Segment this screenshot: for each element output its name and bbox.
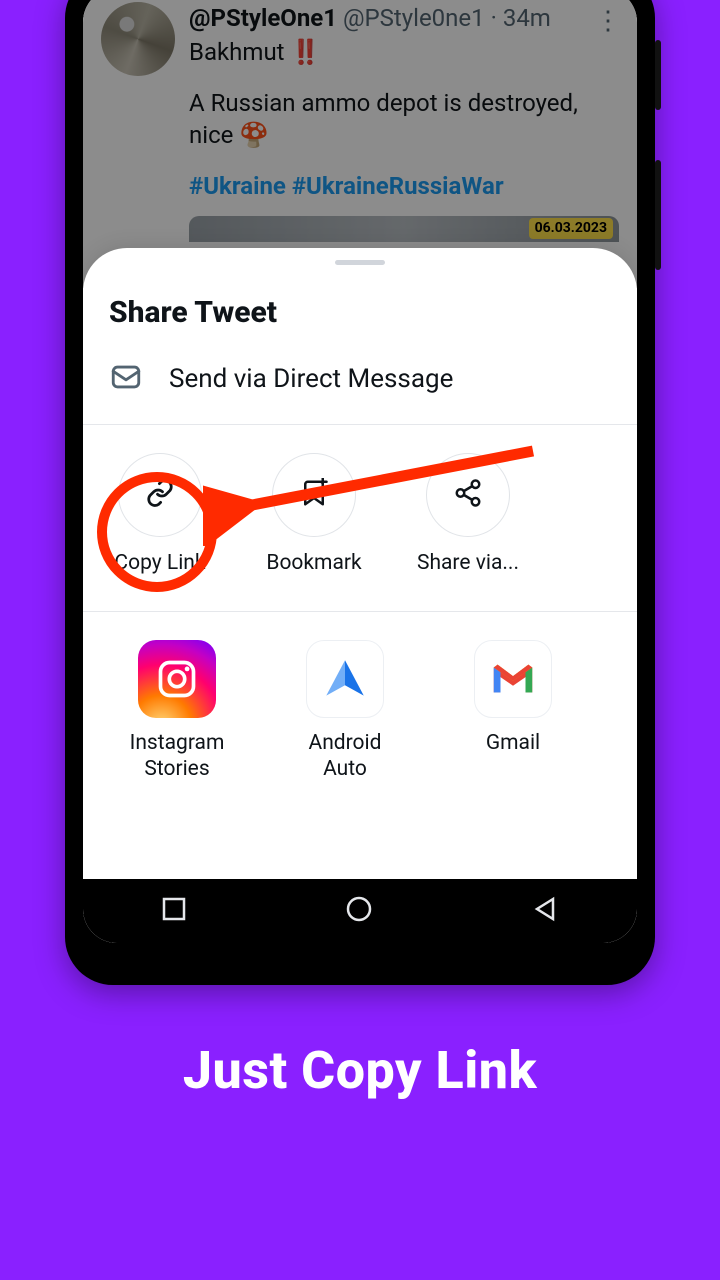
share-via-circle xyxy=(426,453,510,537)
phone-side-button-top xyxy=(655,40,661,110)
modal-backdrop[interactable] xyxy=(83,0,637,288)
app-instagram-stories-label: Instagram Stories xyxy=(117,730,237,783)
android-navbar xyxy=(83,879,637,943)
app-instagram-stories[interactable]: Instagram Stories xyxy=(117,640,237,783)
bookmark-add-icon xyxy=(299,478,329,512)
nav-recent-icon[interactable] xyxy=(161,896,187,926)
actions-row: Copy Link Bookmark xyxy=(83,425,637,611)
phone-side-button-bottom xyxy=(655,160,661,270)
copy-link-action[interactable]: Copy Link xyxy=(105,453,215,575)
nav-back-icon[interactable] xyxy=(531,895,559,927)
sheet-grabber[interactable] xyxy=(335,260,385,265)
share-nodes-icon xyxy=(453,478,483,512)
share-via-label: Share via... xyxy=(417,551,519,575)
phone-screen: @PStyleOne1 @PStyle0ne1 · 34m Bakhmut ‼️… xyxy=(83,0,637,943)
copy-link-label: Copy Link xyxy=(114,551,205,575)
send-dm-row[interactable]: Send via Direct Message xyxy=(83,348,637,424)
sheet-title: Share Tweet xyxy=(83,275,637,348)
nav-home-icon[interactable] xyxy=(344,894,374,928)
app-gmail-label: Gmail xyxy=(486,730,540,756)
app-android-auto-label: Android Auto xyxy=(285,730,405,783)
instagram-icon xyxy=(138,640,216,718)
tweet-card: @PStyleOne1 @PStyle0ne1 · 34m Bakhmut ‼️… xyxy=(83,0,637,288)
app-gmail[interactable]: Gmail xyxy=(453,640,573,783)
android-auto-icon xyxy=(306,640,384,718)
share-sheet: Share Tweet Send via Direct Message Copy… xyxy=(83,248,637,943)
apps-row: Instagram Stories Android Auto xyxy=(83,612,637,803)
app-android-auto[interactable]: Android Auto xyxy=(285,640,405,783)
link-icon xyxy=(145,478,175,512)
gmail-icon xyxy=(474,640,552,718)
bookmark-action[interactable]: Bookmark xyxy=(259,453,369,575)
envelope-icon xyxy=(109,360,143,398)
bookmark-circle xyxy=(272,453,356,537)
share-via-action[interactable]: Share via... xyxy=(413,453,523,575)
send-dm-label: Send via Direct Message xyxy=(169,364,453,394)
promo-caption: Just Copy Link xyxy=(0,1040,720,1101)
bookmark-label: Bookmark xyxy=(266,551,361,575)
copy-link-circle xyxy=(118,453,202,537)
phone-frame: @PStyleOne1 @PStyle0ne1 · 34m Bakhmut ‼️… xyxy=(65,0,655,985)
